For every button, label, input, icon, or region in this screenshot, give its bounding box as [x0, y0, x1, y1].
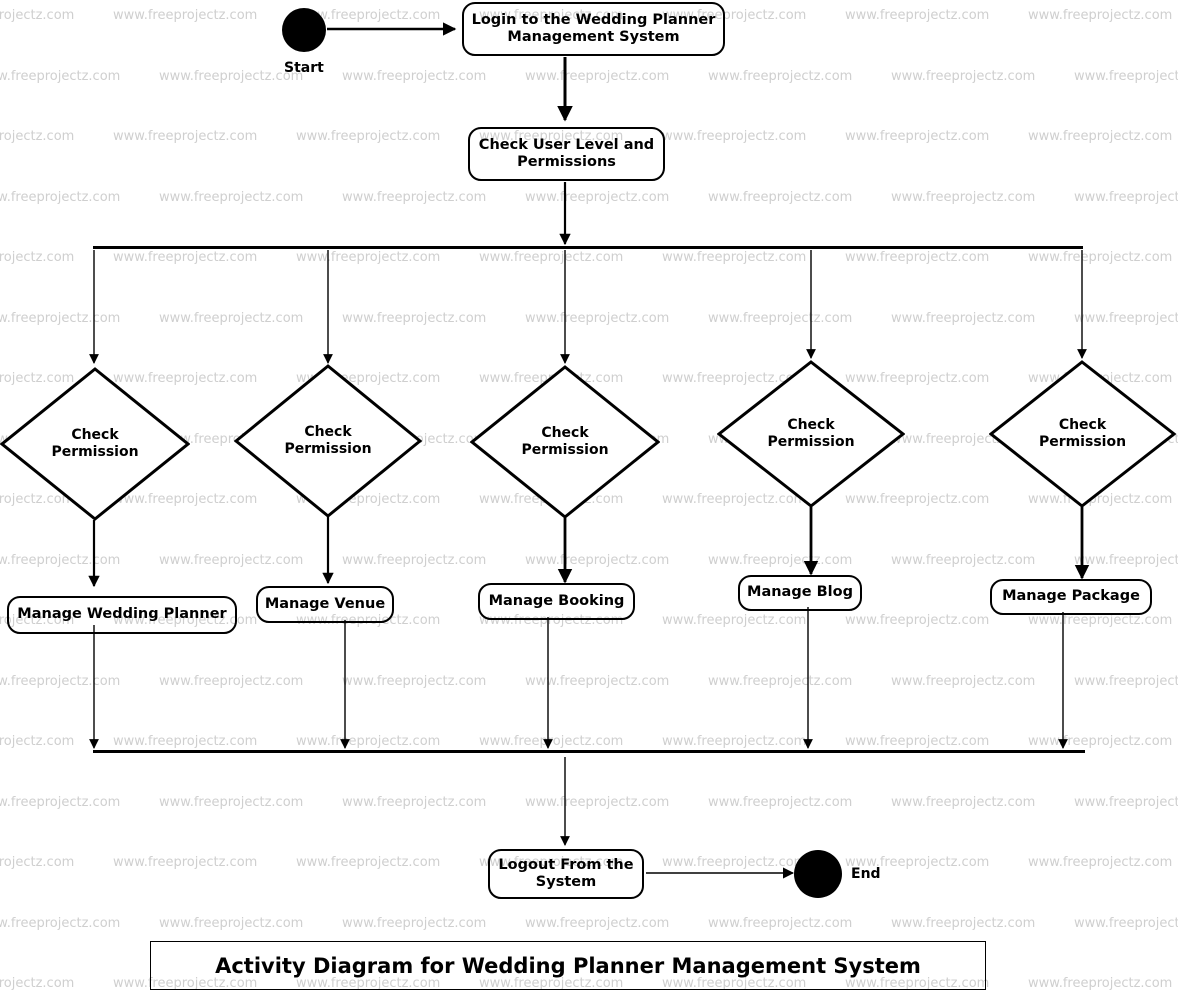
action-manage-booking[interactable]: Manage Booking: [478, 583, 635, 620]
action-manage-wedding-planner[interactable]: Manage Wedding Planner: [7, 596, 237, 634]
decision-check-permission-4[interactable]: Check Permission: [717, 360, 905, 508]
decision-label: Check Permission: [1038, 416, 1127, 451]
start-label: Start: [284, 60, 324, 76]
join-bar: [93, 750, 1085, 754]
activity-diagram-canvas: www.freeprojectz.comwww.freeprojectz.com…: [0, 0, 1178, 992]
decision-label: Check Permission: [284, 423, 372, 458]
fork-bar: [93, 246, 1083, 250]
action-check-user-level[interactable]: Check User Level and Permissions: [468, 127, 665, 181]
decision-check-permission-1[interactable]: Check Permission: [0, 367, 190, 521]
end-label: End: [851, 866, 881, 882]
decision-check-permission-2[interactable]: Check Permission: [234, 364, 422, 518]
action-manage-blog[interactable]: Manage Blog: [738, 575, 862, 611]
decision-check-permission-3[interactable]: Check Permission: [470, 365, 660, 519]
action-login[interactable]: Login to the Wedding Planner Management …: [462, 2, 725, 56]
end-node[interactable]: [794, 850, 842, 898]
action-logout[interactable]: Logout From the System: [488, 849, 644, 899]
decision-label: Check Permission: [767, 416, 855, 451]
start-node[interactable]: [282, 8, 326, 52]
action-manage-package[interactable]: Manage Package: [990, 579, 1152, 615]
decision-label: Check Permission: [521, 424, 609, 459]
decision-label: Check Permission: [51, 426, 139, 461]
action-manage-venue[interactable]: Manage Venue: [256, 586, 394, 623]
decision-check-permission-5[interactable]: Check Permission: [989, 360, 1176, 508]
diagram-title-bar: Activity Diagram for Wedding Planner Man…: [150, 941, 986, 990]
